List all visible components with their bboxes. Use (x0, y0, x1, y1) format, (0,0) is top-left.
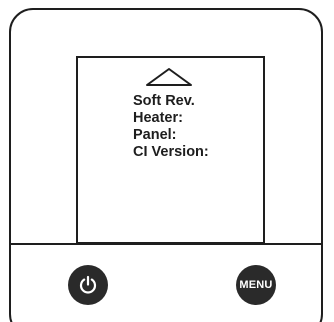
ci-version-label: CI Version: (133, 144, 209, 160)
info-list: Soft Rev. Heater: Panel: CI Version: (133, 93, 209, 161)
power-icon (79, 275, 97, 294)
chevron-up-icon[interactable] (144, 66, 194, 88)
software-revision-label: Soft Rev. (133, 93, 195, 109)
menu-button[interactable]: MENU (236, 265, 276, 305)
panel-label: Panel: (133, 127, 177, 143)
heater-label: Heater: (133, 110, 183, 126)
power-button[interactable] (68, 265, 108, 305)
device-diagram: Soft Rev. Heater: Panel: CI Version: MEN… (0, 0, 334, 322)
menu-button-label: MENU (239, 279, 273, 291)
